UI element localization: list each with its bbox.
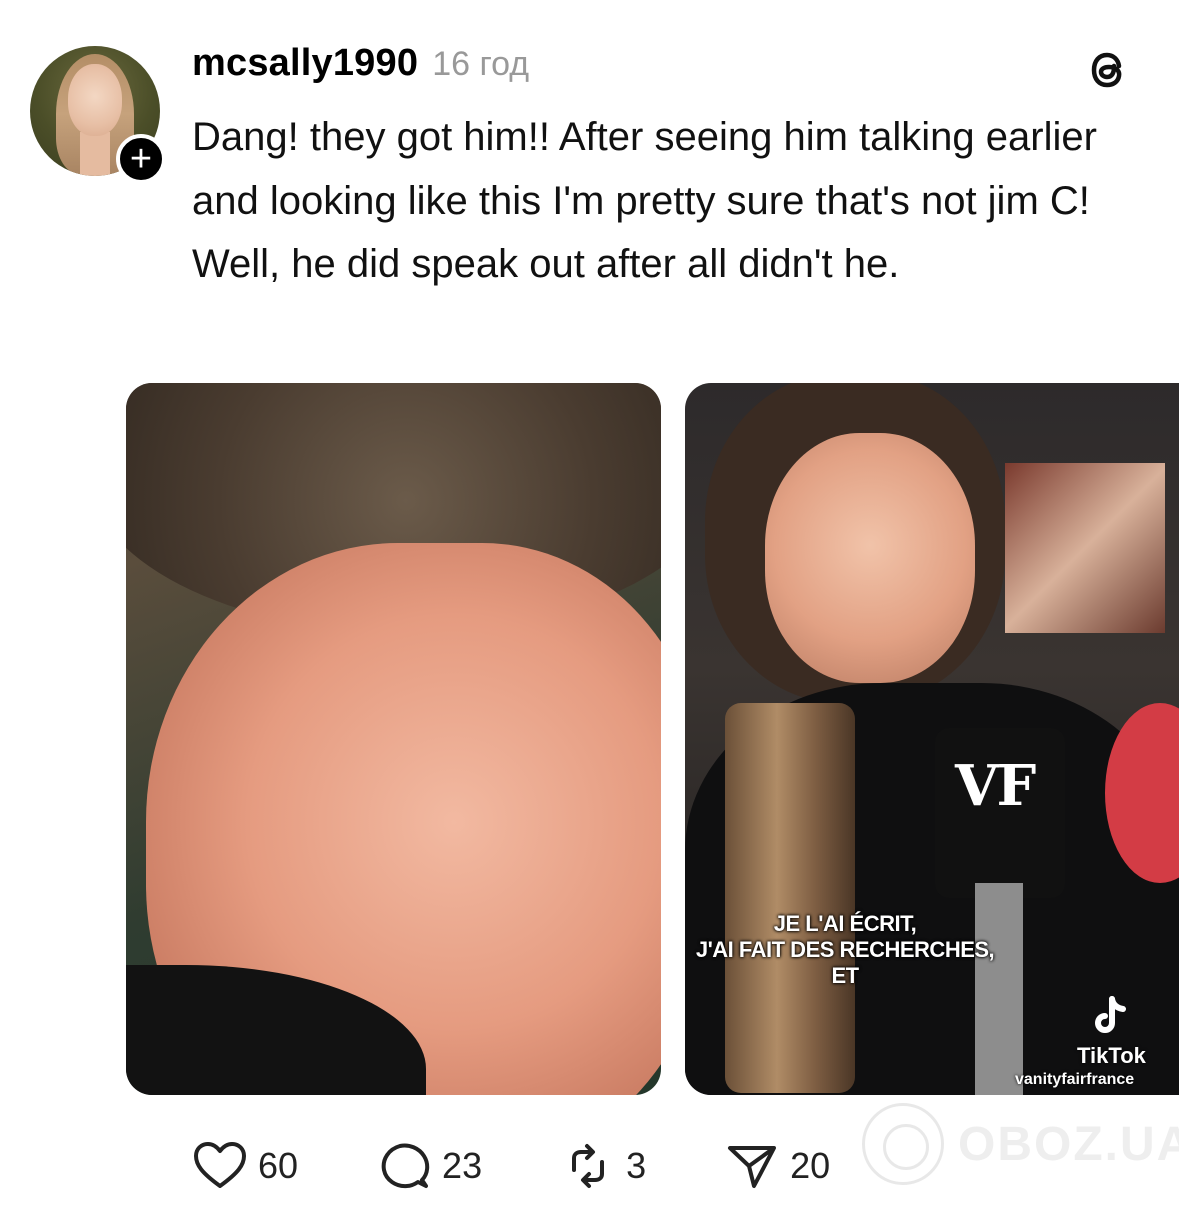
background-screen [1005, 463, 1165, 633]
share-icon [728, 1146, 777, 1188]
share-count: 20 [790, 1145, 831, 1186]
tiktok-handle: vanityfairfrance [1015, 1071, 1135, 1088]
action-bar: 60 23 3 20 [192, 1140, 830, 1192]
watermark: OBOZ.UA [862, 1103, 1179, 1185]
caption-line-2: J'AI FAIT DES RECHERCHES, ET [695, 937, 995, 988]
tiktok-screenshot-photo[interactable]: VF JE L'AI ÉCRIT, J'AI FAIT DES RECHERCH… [685, 383, 1179, 1095]
mic-brand: VF [955, 753, 1036, 819]
heart-icon [194, 1142, 246, 1188]
repost-count: 3 [626, 1145, 647, 1186]
closeup-photo[interactable] [126, 383, 661, 1095]
caption-line-1: JE L'AI ÉCRIT, [773, 911, 917, 936]
avatar-face [68, 64, 122, 136]
repost-icon [572, 1144, 605, 1188]
trophy [725, 703, 855, 1093]
comment-count: 23 [442, 1145, 483, 1186]
post-text: Dang! they got him!! After seeing him ta… [192, 115, 1097, 286]
share-button[interactable]: 20 [724, 1140, 830, 1192]
tiktok-icon [1095, 996, 1126, 1033]
watermark-text: OBOZ.UA [958, 1117, 1179, 1171]
tiktok-label: TikTok [1077, 1043, 1146, 1068]
avatar-neck [80, 132, 110, 176]
avatar-wrap[interactable]: + [30, 46, 166, 184]
comment-icon [381, 1143, 430, 1189]
photo-face [765, 433, 975, 683]
timestamp[interactable]: 16 год [432, 45, 529, 84]
video-caption: JE L'AI ÉCRIT, J'AI FAIT DES RECHERCHES,… [685, 911, 1005, 989]
like-button[interactable]: 60 [192, 1140, 298, 1192]
comment-button[interactable]: 23 [376, 1140, 482, 1192]
watermark-logo [862, 1103, 944, 1185]
username[interactable]: mcsally1990 [192, 42, 418, 85]
repost-button[interactable]: 3 [560, 1140, 646, 1192]
plus-icon: + [129, 138, 153, 180]
like-count: 60 [258, 1145, 299, 1186]
threads-logo-icon[interactable] [1082, 44, 1134, 96]
follow-button[interactable]: + [116, 134, 166, 184]
post-header: mcsally1990 16 год [192, 42, 529, 85]
